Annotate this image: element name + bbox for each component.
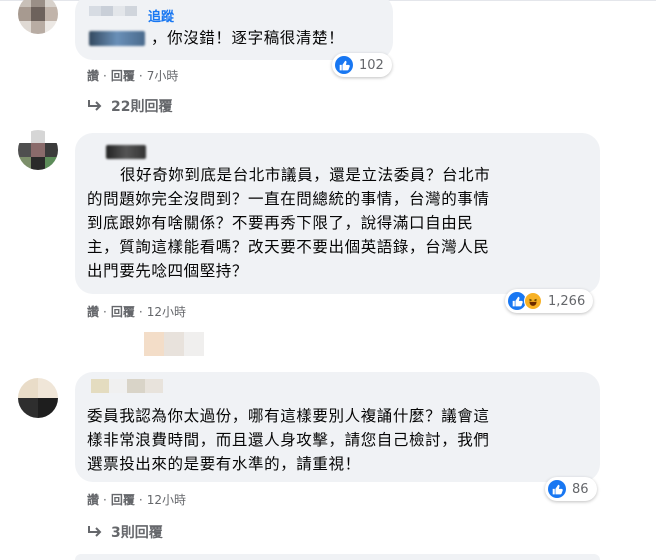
reaction-count: 102 (359, 57, 384, 73)
comment-text-line: 出門要先唸四個堅持？ (87, 262, 249, 280)
comment-text-line: 到底跟妳有啥關係？不要再秀下限了，說得滿口自由民 (87, 214, 474, 232)
comment-text-line: 樣非常浪費時間，而且還人身攻擊，請您自己檢討，我們 (87, 431, 490, 449)
avatar[interactable] (18, 130, 58, 170)
avatar[interactable] (18, 0, 58, 34)
comment-actions: 讚 · 回覆 · 12小時 (87, 303, 186, 320)
haha-reaction-icon (524, 292, 542, 310)
redacted-tag (89, 31, 145, 46)
timestamp[interactable]: 12小時 (147, 491, 186, 508)
timestamp[interactable]: 12小時 (147, 303, 186, 320)
like-button[interactable]: 讚 (87, 491, 99, 508)
comment-actions: 讚 · 回覆 · 7小時 (87, 67, 179, 84)
like-button[interactable]: 讚 (87, 67, 99, 84)
reply-arrow-icon (88, 526, 102, 537)
view-replies-link[interactable]: 3則回覆 (87, 522, 163, 542)
like-reaction-icon (335, 56, 353, 74)
reaction-count: 1,266 (548, 293, 586, 309)
reaction-summary[interactable]: 102 (332, 53, 392, 77)
like-button[interactable]: 讚 (87, 303, 99, 320)
redacted-content (144, 332, 204, 356)
redacted-name (106, 145, 146, 159)
reaction-count: 86 (572, 481, 589, 497)
redacted-name (91, 379, 163, 393)
like-reaction-icon (548, 480, 566, 498)
comment-text-line: 委員我認為你太過份，哪有這樣要別人複誦什麼？議會這 (87, 407, 490, 425)
timestamp[interactable]: 7小時 (147, 67, 179, 84)
reply-arrow-icon (88, 100, 102, 111)
reply-button[interactable]: 回覆 (111, 491, 135, 508)
bottom-divider (75, 554, 600, 560)
replies-label: 3則回覆 (111, 525, 163, 541)
follow-link[interactable]: 追蹤 (148, 6, 174, 25)
reply-button[interactable]: 回覆 (111, 303, 135, 320)
comment-text: ，你沒錯！逐字稿很清楚！ (151, 29, 345, 47)
reply-button[interactable]: 回覆 (111, 67, 135, 84)
reaction-summary[interactable]: 86 (545, 477, 597, 501)
comment-text-line: 很好奇妳到底是台北市議員，還是立法委員？台北市 (120, 166, 491, 184)
comment-text-line: 選票投出來的是要有水準的，請重視！ (87, 455, 361, 473)
replies-label: 22則回覆 (111, 99, 173, 115)
comment-text-line: 主，質詢這樣能看嗎？改天要不要出個英語錄，台灣人民 (87, 238, 490, 256)
reaction-summary[interactable]: 1,266 (505, 289, 594, 313)
comment-text-line: 的問題妳完全沒問到？一直在問總統的事情，台灣的事情 (87, 190, 490, 208)
comment-actions: 讚 · 回覆 · 12小時 (87, 491, 186, 508)
view-replies-link[interactable]: 22則回覆 (87, 96, 172, 116)
avatar[interactable] (18, 378, 58, 418)
redacted-name (89, 6, 137, 16)
